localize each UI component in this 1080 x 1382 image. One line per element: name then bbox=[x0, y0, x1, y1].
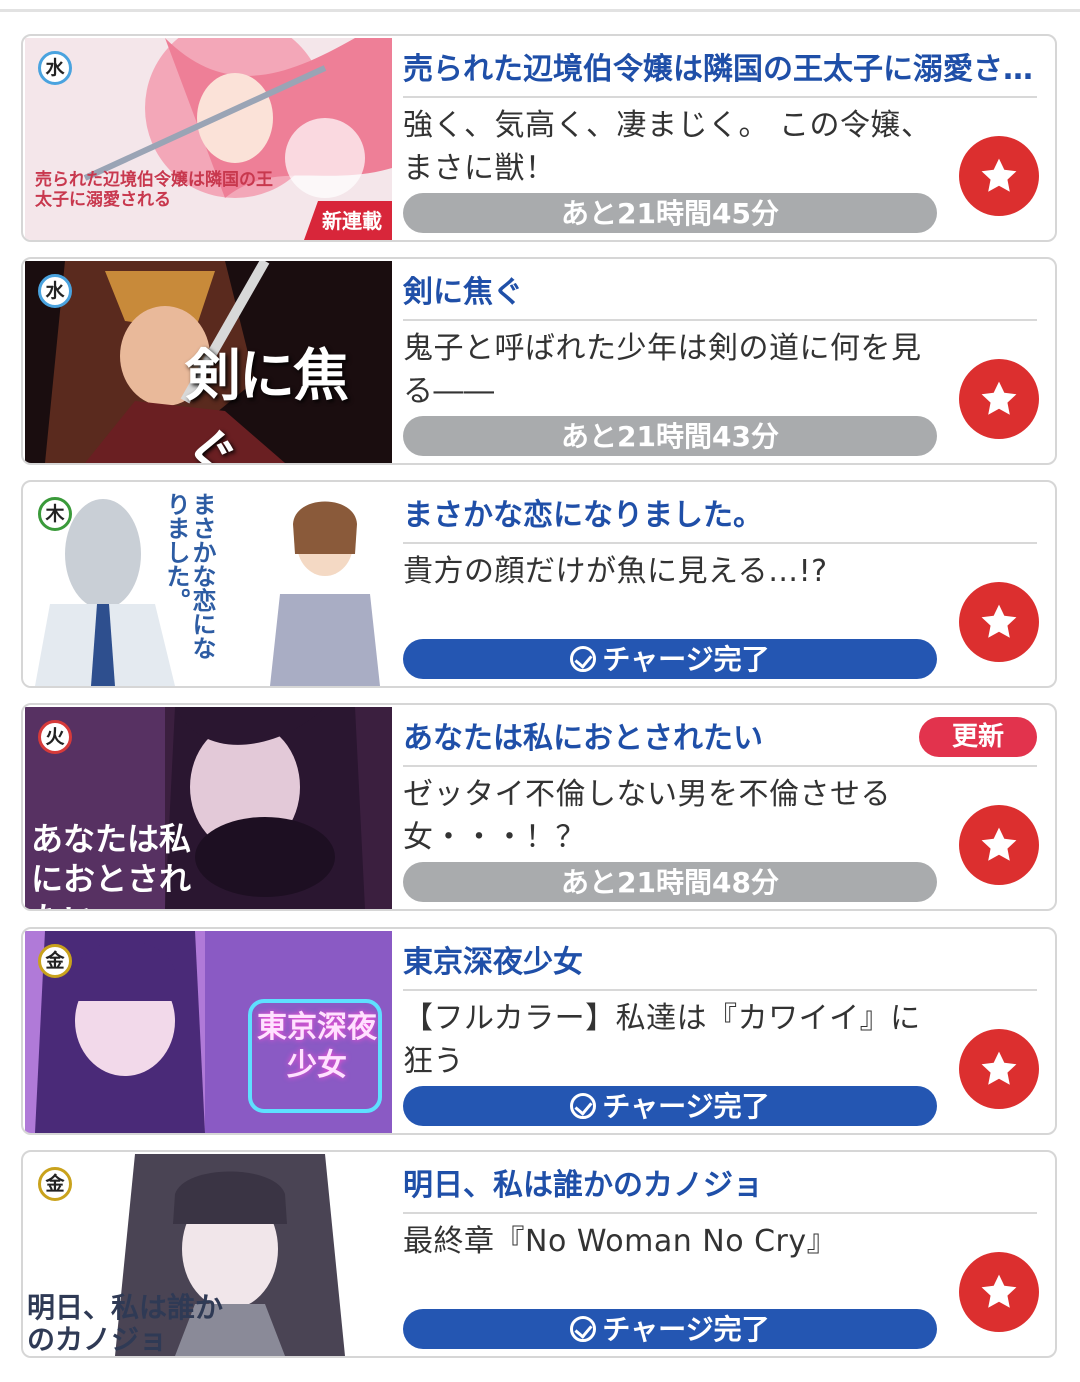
comic-description: 【フルカラー】私達は『カワイイ』に狂う bbox=[403, 1001, 921, 1079]
title-divider bbox=[403, 989, 1037, 991]
comic-description: 貴方の顔だけが魚に見える…!? bbox=[403, 554, 828, 589]
comic-description: 鬼子と呼ばれた少年は剣の道に何を見る―― bbox=[403, 331, 922, 409]
comic-title[interactable]: 剣に焦ぐ bbox=[403, 273, 1038, 313]
favorite-button[interactable] bbox=[959, 805, 1039, 885]
charge-complete-bar: チャージ完了 bbox=[403, 1086, 937, 1126]
comic-description: 最終章『No Woman No Cry』 bbox=[403, 1224, 838, 1259]
countdown-text: あと21時間43分 bbox=[561, 420, 779, 453]
charge-status-text: チャージ完了 bbox=[602, 1090, 770, 1123]
check-circle-icon bbox=[570, 1316, 597, 1342]
weekday-badge: 水 bbox=[38, 51, 72, 85]
comic-card[interactable]: 売られた辺境伯令嬢は隣国の王太子に溺愛される 新連載 水 売られた辺境伯令嬢は隣… bbox=[21, 34, 1057, 242]
title-divider bbox=[403, 319, 1037, 321]
thumbnail-title: あなたは私におとされたい bbox=[31, 820, 192, 909]
update-badge: 更新 bbox=[919, 717, 1037, 757]
favorite-button[interactable] bbox=[959, 359, 1039, 439]
countdown-bar: あと21時間45分 bbox=[403, 193, 937, 233]
favorite-button[interactable] bbox=[959, 136, 1039, 216]
thumbnail-title: 東京深夜少女 bbox=[257, 1010, 377, 1083]
comic-title[interactable]: 売られた辺境伯令嬢は隣国の王太子に溺愛される bbox=[403, 50, 1038, 90]
comic-title[interactable]: 東京深夜少女 bbox=[403, 943, 1038, 983]
charge-status-text: チャージ完了 bbox=[602, 1313, 770, 1346]
thumbnail-title: 売られた辺境伯令嬢は隣国の王太子に溺愛される bbox=[35, 170, 273, 210]
star-icon bbox=[981, 158, 1017, 192]
favorite-button[interactable] bbox=[959, 582, 1039, 662]
charge-complete-bar: チャージ完了 bbox=[403, 639, 937, 679]
comic-thumbnail[interactable]: 売られた辺境伯令嬢は隣国の王太子に溺愛される 新連載 水 bbox=[25, 38, 392, 240]
weekday-badge: 金 bbox=[38, 1167, 72, 1201]
comic-card[interactable]: 剣に焦ぐ 水 剣に焦ぐ 鬼子と呼ばれた少年は剣の道に何を見る―― あと21時間4… bbox=[21, 257, 1057, 465]
weekday-badge: 金 bbox=[38, 944, 72, 978]
title-divider bbox=[403, 542, 1037, 544]
top-divider bbox=[0, 9, 1080, 12]
charge-complete-bar: チャージ完了 bbox=[403, 1309, 937, 1349]
thumbnail-title: 剣に焦ぐ bbox=[185, 343, 349, 463]
thumbnail-title: まさかな恋になりました。 bbox=[162, 492, 217, 660]
weekday-badge: 水 bbox=[38, 274, 72, 308]
comic-title[interactable]: まさかな恋になりました。 bbox=[403, 496, 1038, 536]
comic-thumbnail[interactable]: 東京深夜少女 金 bbox=[25, 931, 392, 1133]
comic-card[interactable]: あなたは私におとされたい 火 あなたは私におとされたい 更新 ゼッタイ不倫しない… bbox=[21, 703, 1057, 911]
comic-title[interactable]: 明日、私は誰かのカノジョ bbox=[403, 1166, 1038, 1206]
title-divider bbox=[403, 765, 1037, 767]
check-circle-icon bbox=[570, 1093, 597, 1119]
comic-card[interactable]: まさかな恋になりました。 木 まさかな恋になりました。 貴方の顔だけが魚に見える… bbox=[21, 480, 1057, 688]
countdown-bar: あと21時間43分 bbox=[403, 416, 937, 456]
star-icon bbox=[981, 1274, 1017, 1308]
countdown-bar: あと21時間48分 bbox=[403, 862, 937, 902]
comic-thumbnail[interactable]: あなたは私におとされたい 火 bbox=[25, 707, 392, 909]
favorite-button[interactable] bbox=[959, 1252, 1039, 1332]
check-circle-icon bbox=[570, 646, 597, 672]
countdown-text: あと21時間48分 bbox=[561, 866, 779, 899]
weekday-badge: 火 bbox=[38, 720, 72, 754]
countdown-text: あと21時間45分 bbox=[561, 197, 779, 230]
comic-card[interactable]: 東京深夜少女 金 東京深夜少女 【フルカラー】私達は『カワイイ』に狂う チャージ… bbox=[21, 927, 1057, 1135]
thumbnail-title: 明日、私は誰かのカノジョ bbox=[27, 1291, 224, 1356]
charge-status-text: チャージ完了 bbox=[602, 643, 770, 676]
star-icon bbox=[981, 827, 1017, 861]
comic-thumbnail[interactable]: 剣に焦ぐ 水 bbox=[25, 261, 392, 463]
star-icon bbox=[981, 381, 1017, 415]
comic-card[interactable]: 明日、私は誰かのカノジョ 金 明日、私は誰かのカノジョ 最終章『No Woman… bbox=[21, 1150, 1057, 1358]
star-icon bbox=[981, 1051, 1017, 1085]
new-series-badge: 新連載 bbox=[304, 201, 392, 240]
star-icon bbox=[981, 604, 1017, 638]
comic-title[interactable]: あなたは私におとされたい bbox=[403, 719, 903, 759]
weekday-badge: 木 bbox=[38, 497, 72, 531]
comic-description: 強く、気高く、凄まじく。 この令嬢、まさに獣！ bbox=[403, 108, 932, 186]
favorite-button[interactable] bbox=[959, 1029, 1039, 1109]
title-divider bbox=[403, 1212, 1037, 1214]
title-divider bbox=[403, 96, 1037, 98]
comic-description: ゼッタイ不倫しない男を不倫させる女・・・！？ bbox=[403, 777, 891, 855]
comic-thumbnail[interactable]: まさかな恋になりました。 木 bbox=[25, 484, 392, 686]
comic-thumbnail[interactable]: 明日、私は誰かのカノジョ 金 bbox=[25, 1154, 392, 1356]
